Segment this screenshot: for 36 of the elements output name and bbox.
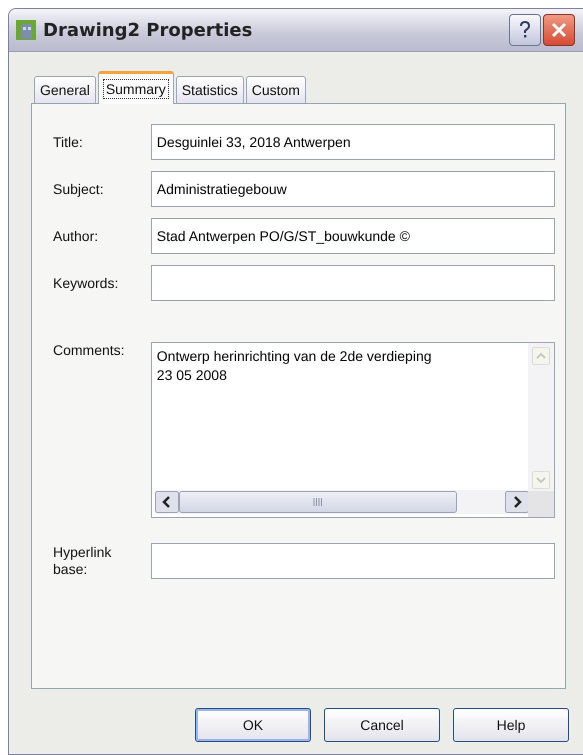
help-button[interactable] xyxy=(509,14,541,46)
tab[interactable]: Statistics xyxy=(176,76,244,103)
scrollbar-thumb[interactable] xyxy=(178,491,457,513)
field-label: Subject: xyxy=(53,181,105,197)
text-field[interactable]: Administratiegebouw xyxy=(150,171,555,207)
scroll-right-button[interactable] xyxy=(504,491,529,513)
close-icon xyxy=(551,22,567,38)
text-field[interactable] xyxy=(150,543,555,579)
building-icon xyxy=(15,19,37,41)
tab[interactable]: Custom xyxy=(246,76,306,103)
text-field[interactable]: Desguinlei 33, 2018 Antwerpen xyxy=(150,124,555,160)
comment-line: Ontwerp herinrichting van de 2de verdieping xyxy=(156,347,432,366)
question-icon xyxy=(518,21,532,39)
field-label: Author: xyxy=(53,228,100,244)
comments-field[interactable]: Ontwerp herinrichting van de 2de verdieping 23 05 2008 xyxy=(150,342,555,518)
tab[interactable]: Summary xyxy=(98,71,174,104)
horizontal-scrollbar[interactable] xyxy=(154,490,529,514)
dialog-button[interactable]: OK xyxy=(195,708,311,742)
scrollbar-corner xyxy=(528,491,554,517)
text-field[interactable]: Stad Antwerpen PO/G/ST_bouwkunde © xyxy=(150,218,555,254)
field-label: Title: xyxy=(53,134,84,150)
text-field[interactable] xyxy=(150,265,555,301)
scroll-left-button[interactable] xyxy=(154,491,179,513)
dialog-button[interactable]: Help xyxy=(453,708,569,742)
scroll-up-button[interactable] xyxy=(532,347,550,365)
field-label: Comments: xyxy=(53,342,126,358)
window-title: Drawing2 Properties xyxy=(43,20,254,40)
scroll-down-button[interactable] xyxy=(532,471,550,489)
close-button[interactable] xyxy=(543,14,575,46)
dialog-button[interactable]: Cancel xyxy=(324,708,440,742)
vertical-scrollbar[interactable] xyxy=(528,343,554,493)
grip-icon xyxy=(312,497,323,507)
comment-line: 23 05 2008 xyxy=(156,366,227,385)
tab[interactable]: General xyxy=(34,76,96,103)
field-label: Keywords: xyxy=(53,275,120,291)
field-label: Hyperlink base: xyxy=(53,544,112,578)
